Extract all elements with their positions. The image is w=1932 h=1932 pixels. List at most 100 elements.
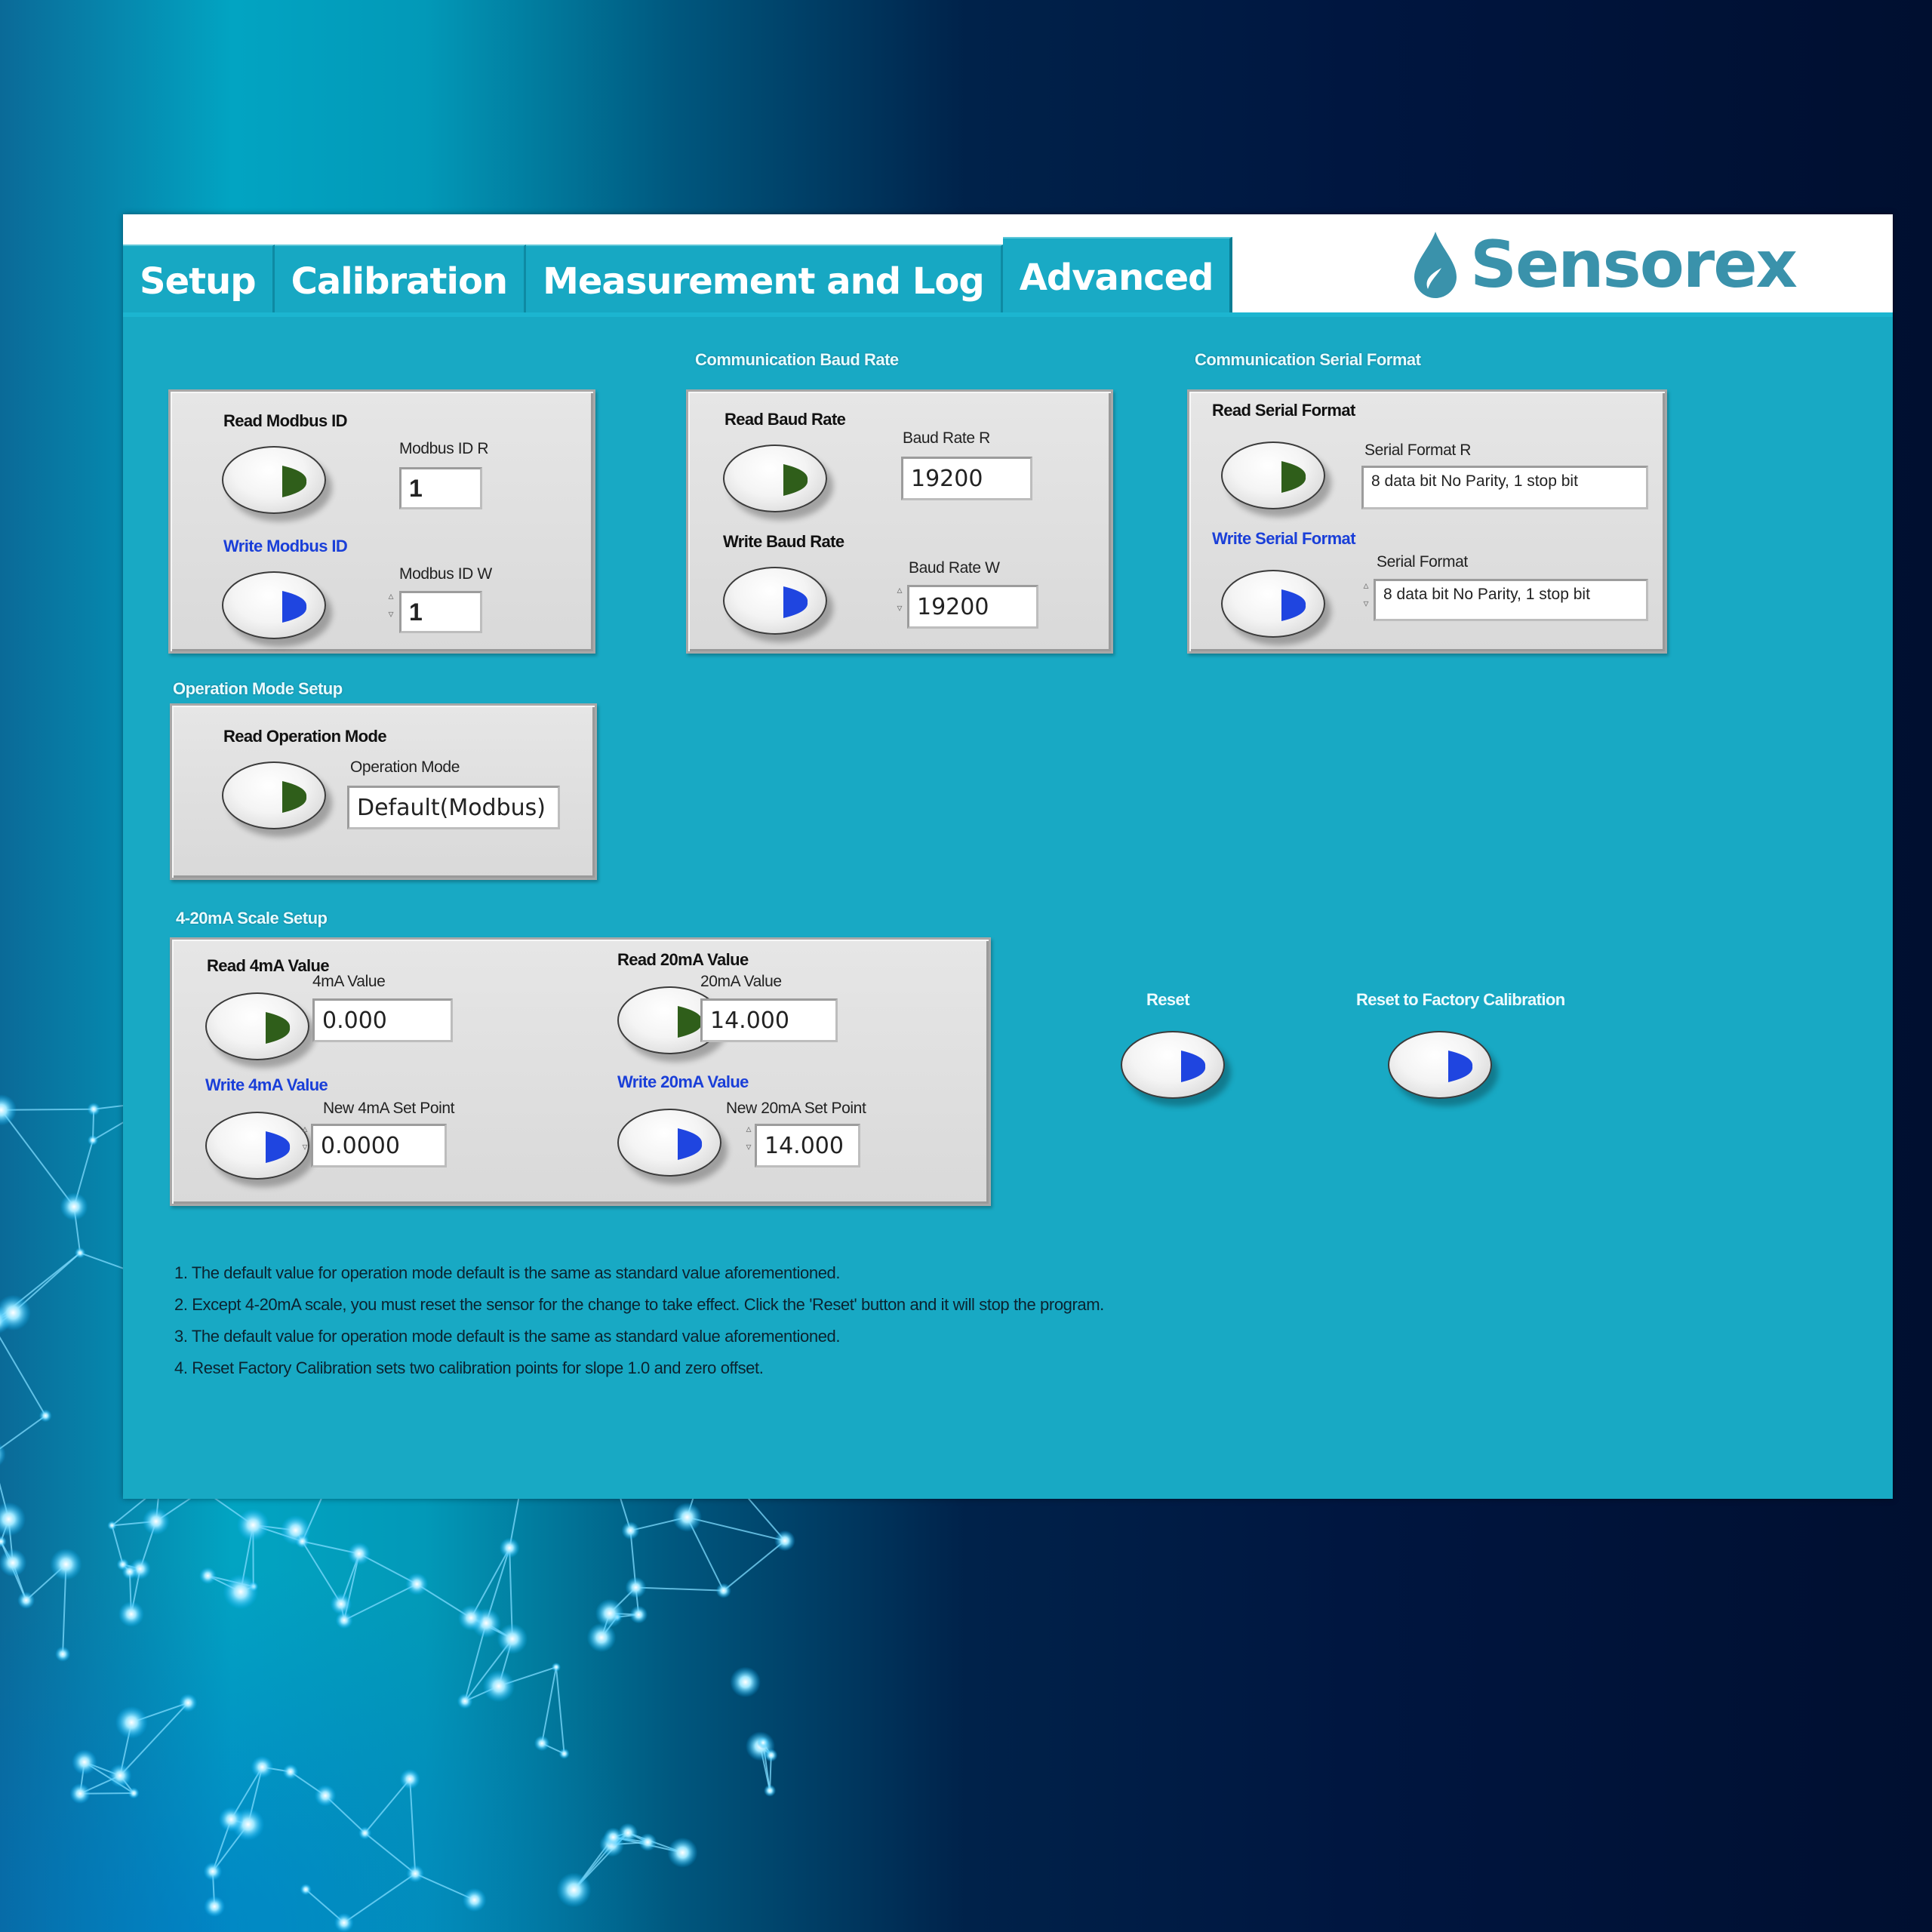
write-modbus-id-button[interactable]: [222, 571, 326, 639]
20ma-value-field: 14.000: [700, 998, 838, 1042]
read-baud-rate-label: Read Baud Rate: [724, 410, 846, 429]
network-link: [0, 1109, 75, 1208]
new-20ma-set-point-input[interactable]: 14.000: [755, 1124, 860, 1168]
modbus-id-panel: Read Modbus ID Modbus ID R 1 Write Modbu…: [168, 389, 595, 654]
network-node: [0, 1094, 17, 1126]
network-link: [0, 1336, 47, 1417]
network-node: [462, 1887, 487, 1912]
read-modbus-id-label: Read Modbus ID: [223, 411, 348, 430]
spinner-arrows-icon[interactable]: ▵ ▿: [1360, 576, 1372, 612]
write-serial-format-button[interactable]: [1221, 570, 1325, 638]
network-node: [128, 1787, 140, 1799]
network-node: [497, 1623, 528, 1654]
baud-rate-w-input[interactable]: 19200: [907, 585, 1038, 629]
note-item: 2. Except 4-20mA scale, you must reset t…: [174, 1295, 1104, 1314]
read-4ma-button[interactable]: [205, 992, 309, 1060]
network-node: [314, 1784, 337, 1807]
note-item: 3. The default value for operation mode …: [174, 1327, 841, 1346]
brand-logo: Sensorex: [1411, 223, 1798, 306]
network-node: [236, 1509, 269, 1542]
spinner-arrows-icon[interactable]: ▵ ▿: [743, 1119, 755, 1155]
network-node: [142, 1507, 170, 1535]
network-node: [251, 1755, 274, 1779]
network-node: [330, 1593, 352, 1615]
write-20ma-button[interactable]: [617, 1109, 721, 1177]
network-link: [409, 1779, 417, 1874]
network-link: [364, 1832, 416, 1875]
reset-factory-calibration-button[interactable]: [1388, 1031, 1492, 1099]
new-4ma-set-point-input[interactable]: 0.0000: [311, 1124, 447, 1168]
baud-rate-group-title: Communication Baud Rate: [695, 350, 899, 369]
play-arrow-icon: [678, 1128, 703, 1160]
network-link: [364, 1778, 411, 1834]
20ma-value-label: 20mA Value: [700, 973, 782, 990]
tab-calibration[interactable]: Calibration: [274, 245, 527, 316]
read-20ma-label: Read 20mA Value: [617, 950, 749, 969]
tab-setup[interactable]: Setup: [123, 245, 275, 316]
network-node: [74, 1247, 86, 1259]
network-node: [0, 1536, 7, 1548]
play-arrow-icon: [783, 586, 808, 618]
network-node: [0, 1502, 26, 1537]
network-node: [764, 1784, 777, 1797]
network-node: [405, 1573, 429, 1595]
network-link: [0, 1415, 46, 1450]
network-link: [723, 1540, 786, 1592]
network-node: [55, 1646, 71, 1662]
tab-bar: Setup Calibration Measurement and Log Ad…: [123, 237, 1233, 316]
network-node: [50, 1548, 82, 1580]
reset-factory-label: Reset to Factory Calibration: [1356, 990, 1565, 1009]
play-arrow-icon: [1281, 461, 1306, 493]
write-20ma-label: Write 20mA Value: [617, 1072, 749, 1091]
read-operation-mode-button[interactable]: [222, 761, 326, 829]
tab-measurement-and-log[interactable]: Measurement and Log: [526, 245, 1003, 316]
play-arrow-icon: [678, 1006, 703, 1038]
network-link: [687, 1516, 786, 1542]
network-node: [764, 1749, 778, 1762]
write-baud-rate-button[interactable]: [723, 567, 827, 635]
read-baud-rate-button[interactable]: [723, 445, 827, 512]
read-modbus-id-button[interactable]: [222, 446, 326, 514]
network-node: [115, 1706, 148, 1739]
reset-button[interactable]: [1121, 1031, 1225, 1099]
spinner-arrows-icon[interactable]: ▵ ▿: [894, 580, 906, 617]
write-4ma-label: Write 4mA Value: [205, 1075, 328, 1094]
network-node: [399, 1768, 420, 1789]
read-serial-format-button[interactable]: [1221, 441, 1325, 509]
spinner-arrows-icon[interactable]: ▵ ▿: [299, 1119, 311, 1155]
write-4ma-button[interactable]: [205, 1112, 309, 1180]
network-node: [556, 1872, 592, 1908]
title-bar: Setup Calibration Measurement and Log Ad…: [123, 214, 1893, 316]
app-window: Setup Calibration Measurement and Log Ad…: [123, 214, 1893, 1499]
network-node: [499, 1537, 520, 1558]
scale-setup-panel: Read 4mA Value 4mA Value 0.000 Write 4mA…: [170, 937, 991, 1206]
modbus-id-w-input[interactable]: 1: [399, 591, 482, 633]
serial-format-w-input[interactable]: 8 data bit No Parity, 1 stop bit: [1374, 579, 1648, 621]
modbus-id-r-label: Modbus ID R: [399, 440, 489, 457]
network-node: [715, 1583, 731, 1598]
network-node: [17, 1592, 35, 1609]
new-20ma-set-point-label: New 20mA Set Point: [726, 1100, 866, 1117]
network-node: [457, 1693, 473, 1709]
brand-name: Sensorex: [1470, 227, 1798, 303]
network-node: [551, 1662, 561, 1672]
read-4ma-label: Read 4mA Value: [207, 956, 330, 975]
network-node: [595, 1598, 624, 1628]
operation-mode-panel: Read Operation Mode Operation Mode Defau…: [170, 703, 597, 880]
spinner-arrows-icon[interactable]: ▵ ▿: [385, 586, 397, 623]
network-node: [72, 1749, 97, 1775]
read-serial-format-label: Read Serial Format: [1212, 401, 1355, 420]
4ma-value-label: 4mA Value: [312, 973, 386, 990]
play-arrow-icon: [282, 466, 307, 497]
network-node: [757, 1737, 770, 1749]
network-node: [204, 1896, 226, 1918]
network-node: [406, 1864, 424, 1883]
network-node: [638, 1833, 657, 1851]
tab-advanced[interactable]: Advanced: [1002, 237, 1233, 316]
network-node: [534, 1735, 550, 1752]
note-item: 1. The default value for operation mode …: [174, 1263, 841, 1282]
network-node: [218, 1807, 244, 1832]
baud-rate-r-field: 19200: [901, 457, 1032, 500]
network-node: [203, 1862, 223, 1881]
operation-mode-field: Default(Modbus): [347, 786, 560, 829]
